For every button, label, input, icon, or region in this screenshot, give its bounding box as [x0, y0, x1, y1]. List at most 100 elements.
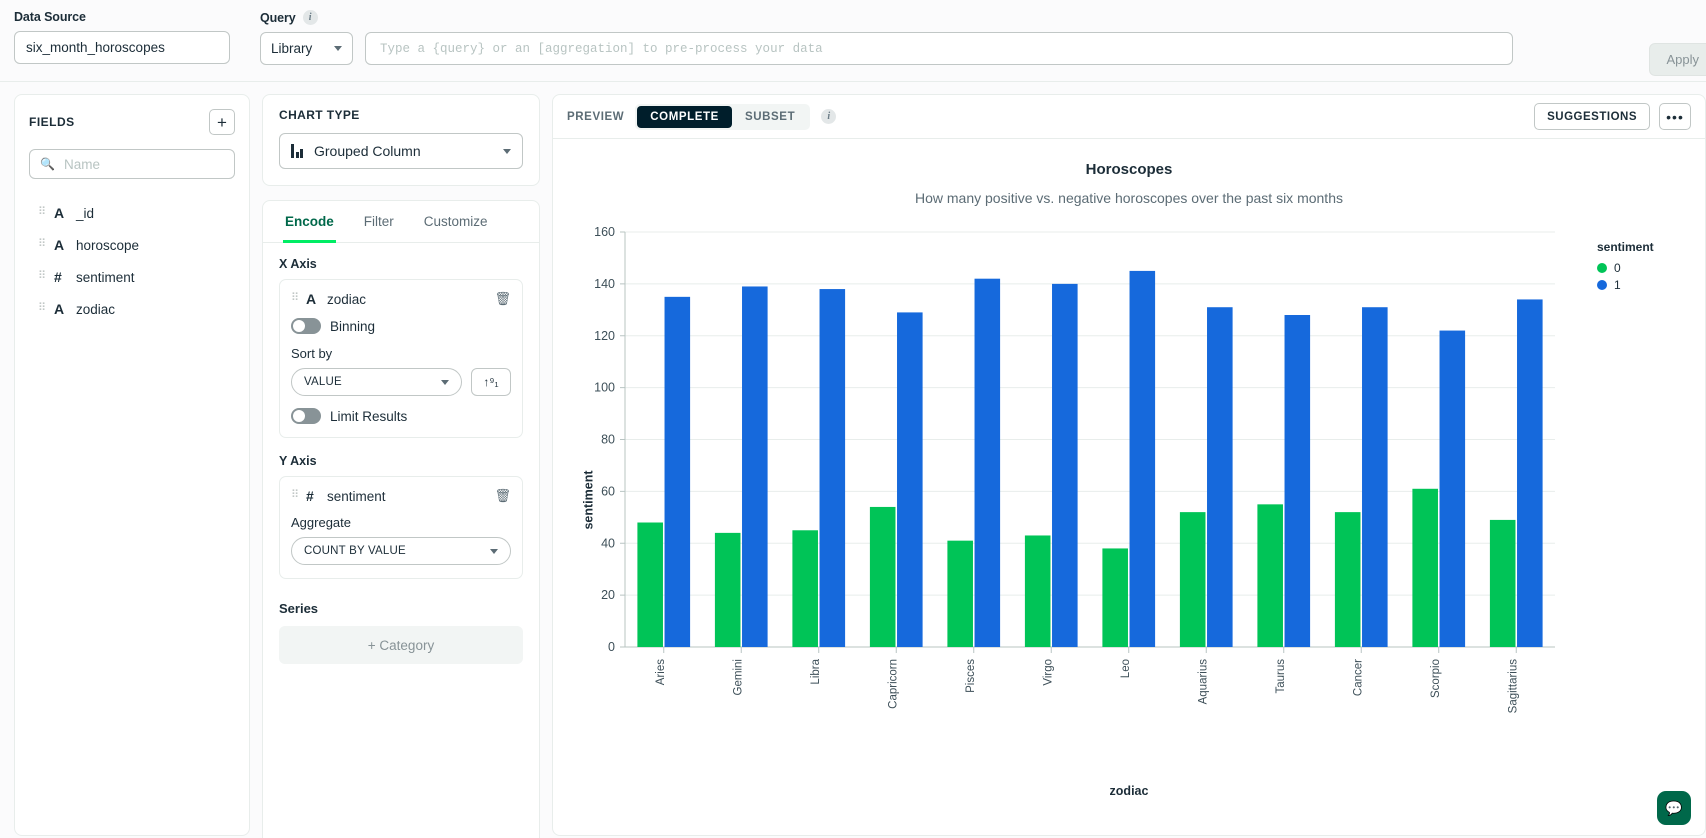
fields-panel: FIELDS + 🔍 Name ⠿ A _id ⠿ A horoscope ⠿ …	[14, 94, 250, 836]
aggregate-select[interactable]: COUNT BY VALUE	[291, 537, 511, 565]
chart-preview-panel: PREVIEW COMPLETE SUBSET i SUGGESTIONS ••…	[552, 94, 1706, 836]
chart-config-column: CHART TYPE Grouped Column Encode Filter …	[262, 94, 540, 838]
field-type-icon: A	[54, 237, 65, 253]
chat-assistant-button[interactable]: 💬	[1657, 791, 1691, 825]
x-axis-field-name: zodiac	[327, 291, 367, 307]
y-axis-field-row[interactable]: ⠿ # sentiment 🗑	[291, 488, 511, 504]
sort-by-value: VALUE	[304, 376, 342, 388]
svg-text:60: 60	[601, 484, 615, 498]
svg-text:Taurus: Taurus	[1275, 659, 1287, 694]
plus-icon: +	[217, 112, 227, 132]
svg-text:160: 160	[594, 225, 615, 239]
chart-type-caption: CHART TYPE	[279, 108, 360, 122]
data-source-label: Data Source	[14, 10, 86, 24]
svg-text:140: 140	[594, 277, 615, 291]
field-list-item-zodiac[interactable]: ⠿ A zodiac	[29, 293, 235, 325]
segment-complete[interactable]: COMPLETE	[637, 105, 732, 128]
chart-subtitle: How many positive vs. negative horoscope…	[915, 190, 1343, 206]
x-axis-field-row[interactable]: ⠿ A zodiac 🗑	[291, 291, 511, 307]
binning-label: Binning	[330, 318, 376, 334]
apply-button[interactable]: Apply	[1649, 43, 1706, 76]
sort-by-select[interactable]: VALUE	[291, 368, 462, 396]
data-source-value: six_month_horoscopes	[26, 40, 165, 55]
query-input[interactable]: Type a {query} or an [aggregation] to pr…	[365, 32, 1513, 65]
field-type-icon: #	[306, 488, 314, 504]
svg-text:Aquarius: Aquarius	[1197, 659, 1209, 705]
legend-item-1[interactable]: 1	[1597, 278, 1689, 292]
y-axis-box: ⠿ # sentiment 🗑 Aggregate COUNT BY VALUE	[279, 476, 523, 579]
delete-icon[interactable]: 🗑	[494, 291, 511, 307]
drag-handle-icon[interactable]: ⠿	[291, 490, 299, 501]
legend-color-swatch	[1597, 280, 1607, 290]
field-type-icon: A	[306, 291, 317, 307]
legend-item-0[interactable]: 0	[1597, 261, 1689, 275]
svg-text:Libra: Libra	[810, 658, 822, 684]
chart-type-card: CHART TYPE Grouped Column	[262, 94, 540, 186]
field-list-item-horoscope[interactable]: ⠿ A horoscope	[29, 229, 235, 261]
info-icon[interactable]: i	[821, 109, 837, 124]
more-options-button[interactable]: •••	[1659, 103, 1691, 130]
preview-label: PREVIEW	[567, 110, 625, 123]
drag-handle-icon[interactable]: ⠿	[38, 271, 46, 282]
chart-title: Horoscopes	[1085, 161, 1173, 178]
svg-text:120: 120	[594, 329, 615, 343]
svg-text:20: 20	[601, 588, 615, 602]
drag-handle-icon[interactable]: ⠿	[38, 239, 46, 250]
chart-type-select[interactable]: Grouped Column	[279, 133, 523, 169]
tab-filter[interactable]: Filter	[362, 201, 396, 242]
apply-label: Apply	[1666, 52, 1699, 67]
field-search-placeholder: Name	[63, 156, 100, 172]
y-axis-field-name: sentiment	[327, 488, 386, 504]
field-name: _id	[76, 205, 95, 221]
chart-type-value: Grouped Column	[314, 143, 421, 159]
limit-results-toggle[interactable]	[291, 408, 321, 424]
tab-encode[interactable]: Encode	[283, 201, 336, 243]
sort-by-label: Sort by	[291, 346, 333, 361]
add-category-button[interactable]: + Category	[279, 626, 523, 664]
info-icon[interactable]: i	[302, 10, 318, 25]
field-type-icon: #	[54, 269, 62, 285]
bar-chart-svg[interactable]: 0 20 40 60 80 100 120 140 160 Aries Gemini Libra Cap…	[567, 220, 1597, 765]
field-type-icon: A	[54, 301, 65, 317]
svg-text:Virgo: Virgo	[1042, 659, 1054, 686]
aggregate-label: Aggregate	[291, 515, 351, 530]
drag-handle-icon[interactable]: ⠿	[38, 207, 46, 218]
fields-header: FIELDS +	[29, 109, 235, 135]
svg-text:Aries: Aries	[655, 659, 667, 685]
field-search-input[interactable]: 🔍 Name	[29, 149, 235, 179]
query-label-text: Query	[260, 10, 296, 25]
drag-handle-icon[interactable]: ⠿	[38, 303, 46, 314]
svg-text:Capricorn: Capricorn	[887, 659, 899, 709]
svg-text:Sagittarius: Sagittarius	[1507, 659, 1519, 714]
tab-customize[interactable]: Customize	[422, 201, 490, 242]
field-list-item-sentiment[interactable]: ⠿ # sentiment	[29, 261, 235, 293]
segment-subset[interactable]: SUBSET	[732, 106, 808, 128]
suggestions-button[interactable]: SUGGESTIONS	[1534, 103, 1650, 130]
sort-ascending-icon: ↑⁹₁	[483, 375, 499, 389]
query-group: Query i Library Type a {query} or an [ag…	[260, 10, 1513, 65]
add-category-label: + Category	[367, 637, 435, 653]
chevron-down-icon	[334, 46, 342, 51]
data-source-group: Data Source six_month_horoscopes	[14, 10, 230, 64]
chat-icon: 💬	[1665, 799, 1683, 816]
sort-direction-button[interactable]: ↑⁹₁	[471, 368, 511, 396]
binning-toggle-row[interactable]: Binning	[291, 318, 511, 334]
svg-text:Scorpio: Scorpio	[1430, 659, 1442, 698]
binning-toggle[interactable]	[291, 318, 321, 334]
y-axis-label: Y Axis	[279, 454, 317, 468]
encode-card: Encode Filter Customize X Axis ⠿ A zodia…	[262, 200, 540, 838]
field-type-icon: A	[54, 205, 65, 221]
chevron-down-icon	[441, 379, 449, 385]
search-icon: 🔍	[40, 157, 55, 171]
drag-handle-icon[interactable]: ⠿	[291, 293, 299, 304]
query-mode-select[interactable]: Library	[260, 32, 353, 65]
chevron-down-icon	[490, 548, 498, 554]
chart-legend: sentiment 0 1	[1597, 240, 1689, 295]
delete-icon[interactable]: 🗑	[494, 488, 511, 504]
data-source-input[interactable]: six_month_horoscopes	[14, 31, 230, 64]
field-list-item-id[interactable]: ⠿ A _id	[29, 197, 235, 229]
svg-text:Leo: Leo	[1120, 659, 1132, 678]
limit-results-toggle-row[interactable]: Limit Results	[291, 408, 511, 424]
query-mode-value: Library	[271, 41, 313, 56]
add-field-button[interactable]: +	[209, 109, 235, 135]
